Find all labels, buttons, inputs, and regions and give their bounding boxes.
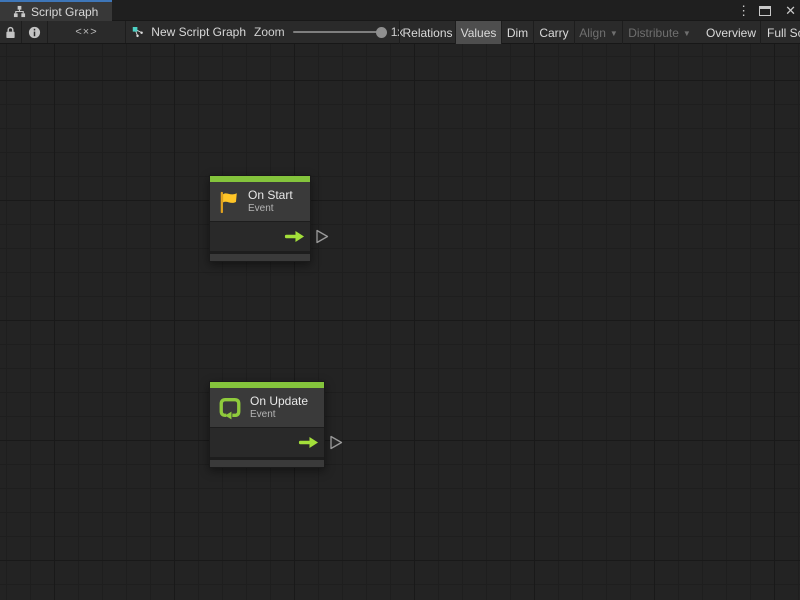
relations-button[interactable]: Relations xyxy=(399,21,455,44)
output-port-icon[interactable] xyxy=(315,229,329,244)
full-screen-button[interactable]: Full Screen xyxy=(760,21,800,44)
node-titles: On Update Event xyxy=(250,394,308,421)
carry-button[interactable]: Carry xyxy=(533,21,574,44)
chevron-down-icon: ▼ xyxy=(610,29,618,38)
tab-script-graph[interactable]: Script Graph xyxy=(0,0,112,21)
dim-button[interactable]: Dim xyxy=(501,21,533,44)
new-graph-icon xyxy=(132,25,144,39)
trigger-output-arrow-icon[interactable] xyxy=(284,230,305,243)
align-dropdown[interactable]: Align ▼ xyxy=(574,21,622,44)
node-port-row xyxy=(210,221,310,251)
code-preview-button[interactable]: <×> xyxy=(48,21,126,43)
graph-selector-button[interactable]: New Script Graph xyxy=(126,21,246,43)
loop-icon xyxy=(218,395,242,420)
node-port-row xyxy=(210,427,324,457)
node-header: On Start Event xyxy=(210,182,310,221)
view-options-group: Relations Values Dim Carry Align ▼ Distr… xyxy=(399,21,800,44)
tab-title: Script Graph xyxy=(31,5,98,19)
close-icon[interactable]: ✕ xyxy=(785,3,796,19)
node-titles: On Start Event xyxy=(248,188,293,215)
info-button[interactable] xyxy=(22,21,48,43)
script-graph-window: Script Graph ⋮ ✕ <×> xyxy=(0,0,800,600)
lock-icon xyxy=(5,26,16,39)
node-title: On Update xyxy=(250,394,308,409)
lock-button[interactable] xyxy=(0,21,22,43)
zoom-slider[interactable] xyxy=(293,31,381,33)
node-header: On Update Event xyxy=(210,388,324,427)
node-footer xyxy=(210,254,310,261)
overview-button[interactable]: Overview xyxy=(702,21,760,44)
graph-canvas[interactable]: On Start Event xyxy=(0,44,800,600)
menu-icon[interactable]: ⋮ xyxy=(737,3,745,19)
tab-bar: Script Graph ⋮ ✕ xyxy=(0,0,800,21)
node-footer xyxy=(210,460,324,467)
flag-icon xyxy=(218,189,240,215)
graph-hierarchy-icon xyxy=(13,5,26,18)
node-on-start[interactable]: On Start Event xyxy=(209,175,311,262)
zoom-slider-handle[interactable] xyxy=(376,27,387,38)
code-preview-label: <×> xyxy=(75,26,97,38)
maximize-icon[interactable] xyxy=(759,6,771,16)
node-subtitle: Event xyxy=(248,203,293,215)
distribute-dropdown[interactable]: Distribute ▼ xyxy=(622,21,696,44)
graph-toolbar: <×> New Script Graph Zoom 1x Relations V… xyxy=(0,21,800,44)
graph-selector-label: New Script Graph xyxy=(151,25,246,39)
info-icon xyxy=(28,26,41,39)
window-controls: ⋮ ✕ xyxy=(737,0,796,21)
values-button[interactable]: Values xyxy=(455,21,501,44)
chevron-down-icon: ▼ xyxy=(683,29,691,38)
node-on-update[interactable]: On Update Event xyxy=(209,381,325,468)
node-subtitle: Event xyxy=(250,409,308,421)
node-title: On Start xyxy=(248,188,293,203)
output-port-icon[interactable] xyxy=(329,435,343,450)
zoom-label: Zoom xyxy=(254,21,285,43)
trigger-output-arrow-icon[interactable] xyxy=(298,436,319,449)
